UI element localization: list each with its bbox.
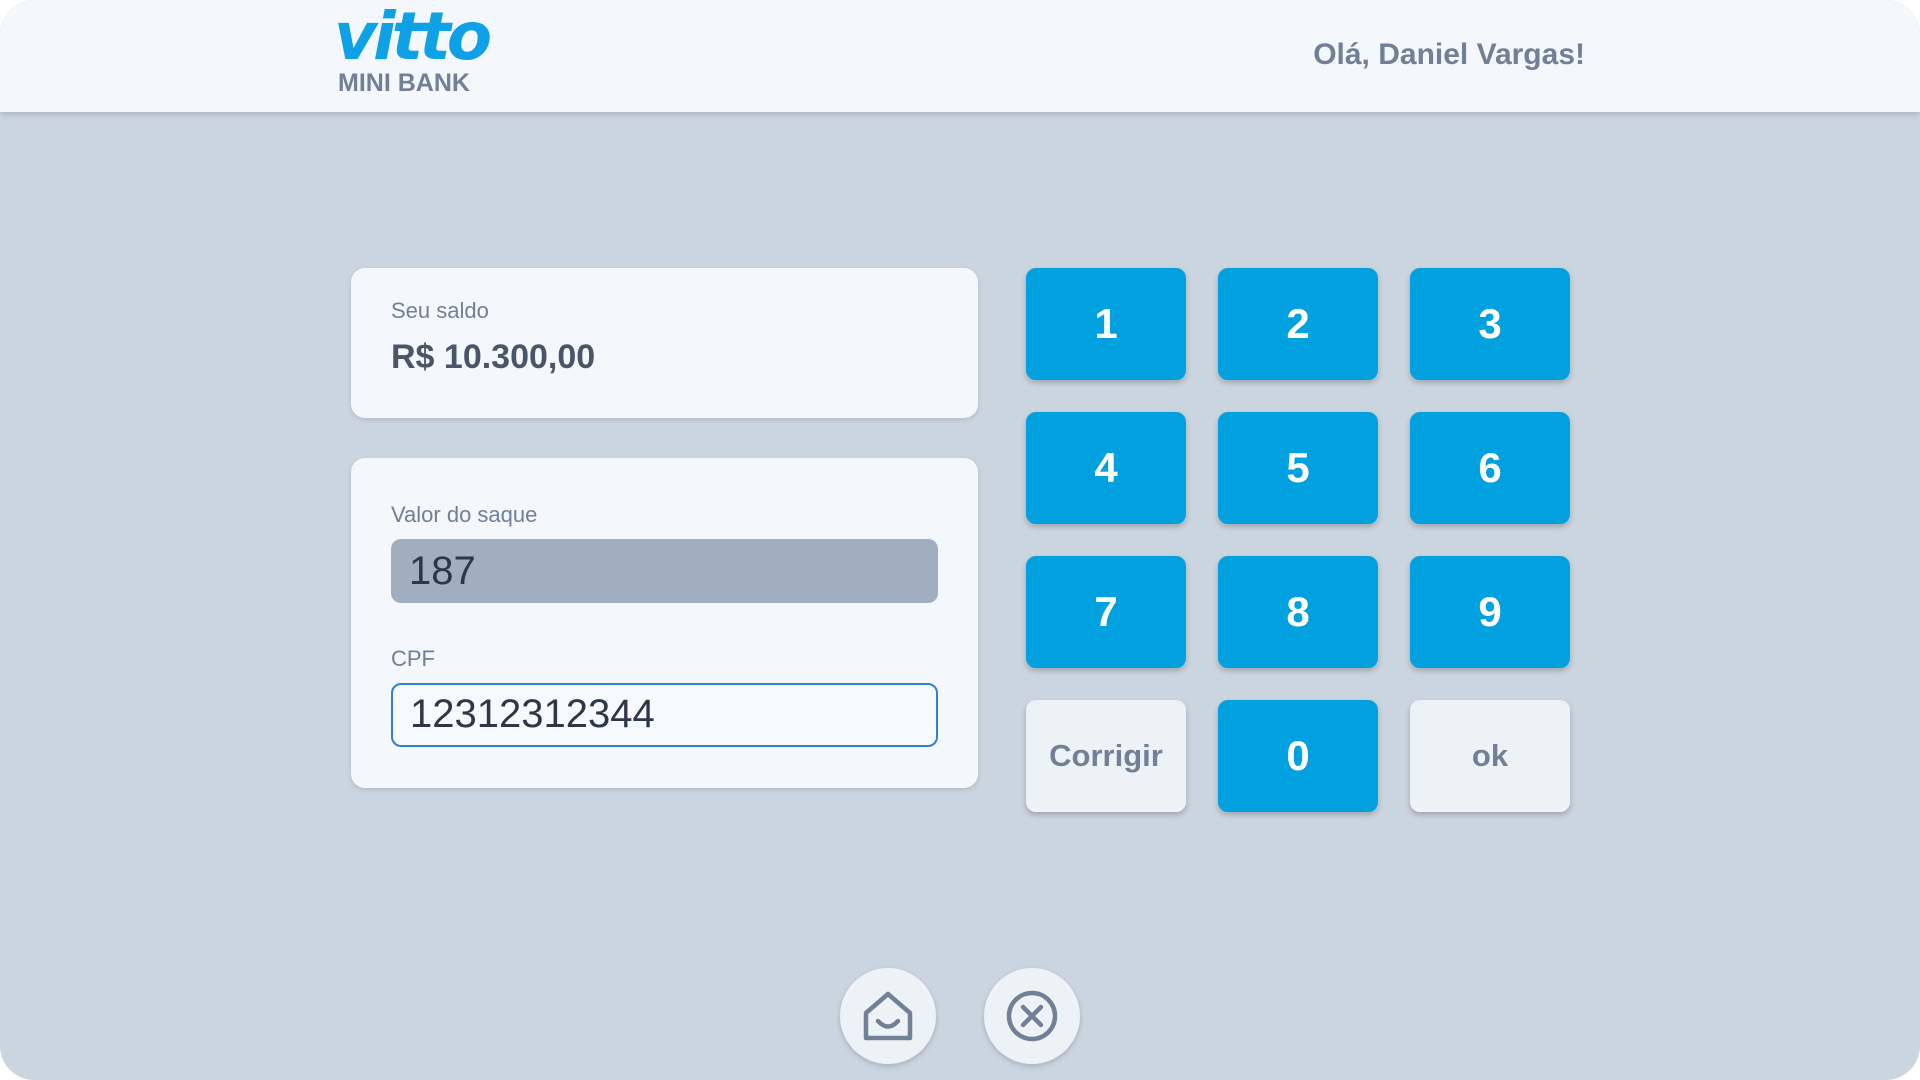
amount-field[interactable]: 187 [391,539,938,603]
home-button[interactable] [840,968,936,1064]
key-0[interactable]: 0 [1218,700,1378,812]
balance-label: Seu saldo [391,298,489,323]
ok-button[interactable]: ok [1410,700,1570,812]
header: vitto MINI BANK Olá, Daniel Vargas! [0,0,1920,112]
logo: vitto MINI BANK [334,2,492,100]
key-6[interactable]: 6 [1410,412,1570,524]
correct-button[interactable]: Corrigir [1026,700,1186,812]
amount-label: Valor do saque [391,502,538,527]
key-7[interactable]: 7 [1026,556,1186,668]
key-2[interactable]: 2 [1218,268,1378,380]
key-3[interactable]: 3 [1410,268,1570,380]
logo-subtitle: MINI BANK [338,69,470,97]
key-4[interactable]: 4 [1026,412,1186,524]
cpf-field[interactable]: 12312312344 [391,683,938,747]
home-icon [863,991,913,1041]
cancel-button[interactable] [984,968,1080,1064]
balance-value: R$ 10.300,00 [391,338,596,376]
key-5[interactable]: 5 [1218,412,1378,524]
user-greeting: Olá, Daniel Vargas! [1313,38,1585,71]
key-1[interactable]: 1 [1026,268,1186,380]
withdraw-form: Valor do saque 187 CPF 12312312344 [351,458,978,788]
key-9[interactable]: 9 [1410,556,1570,668]
logo-word: vitto [334,0,492,75]
cpf-label: CPF [391,646,435,671]
close-circle-icon [1006,990,1058,1042]
atm-screen: vitto MINI BANK Olá, Daniel Vargas! Seu … [0,0,1920,1080]
balance-card: Seu saldo R$ 10.300,00 [351,268,978,418]
key-8[interactable]: 8 [1218,556,1378,668]
